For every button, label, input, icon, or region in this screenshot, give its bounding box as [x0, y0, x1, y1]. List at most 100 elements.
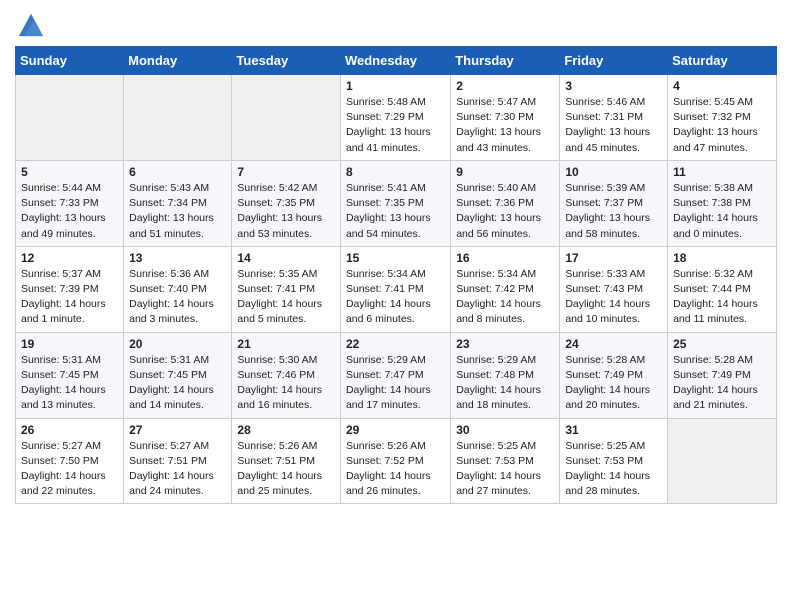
calendar-cell: 12 Sunrise: 5:37 AM Sunset: 7:39 PM Dayli… [16, 246, 124, 332]
day-number: 12 [21, 251, 118, 265]
day-number: 19 [21, 337, 118, 351]
day-info: Sunrise: 5:43 AM Sunset: 7:34 PM Dayligh… [129, 181, 226, 242]
calendar-cell: 14 Sunrise: 5:35 AM Sunset: 7:41 PM Dayli… [232, 246, 341, 332]
day-number: 27 [129, 423, 226, 437]
day-info: Sunrise: 5:47 AM Sunset: 7:30 PM Dayligh… [456, 95, 554, 156]
calendar-header-tuesday: Tuesday [232, 47, 341, 75]
calendar-cell: 28Sunrise: 5:26 AM Sunset: 7:51 PM Dayli… [232, 418, 341, 504]
calendar-cell: 6 Sunrise: 5:43 AM Sunset: 7:34 PM Daylig… [124, 160, 232, 246]
calendar-week-row: 19 Sunrise: 5:31 AM Sunset: 7:45 PM Dayli… [16, 332, 777, 418]
calendar-table: SundayMondayTuesdayWednesdayThursdayFrid… [15, 46, 777, 504]
calendar-cell [16, 75, 124, 161]
day-info: Sunrise: 5:41 AM Sunset: 7:35 PM Dayligh… [346, 181, 445, 242]
calendar-cell: 5Sunrise: 5:44 AM Sunset: 7:33 PM Daylig… [16, 160, 124, 246]
day-number: 10 [565, 165, 662, 179]
calendar-cell: 29 Sunrise: 5:26 AM Sunset: 7:52 PM Dayli… [340, 418, 450, 504]
day-number: 26 [21, 423, 118, 437]
calendar-cell: 7 Sunrise: 5:42 AM Sunset: 7:35 PM Daylig… [232, 160, 341, 246]
calendar-week-row: 1 Sunrise: 5:48 AM Sunset: 7:29 PM Daylig… [16, 75, 777, 161]
day-number: 1 [346, 79, 445, 93]
calendar-header-sunday: Sunday [16, 47, 124, 75]
calendar-cell: 9Sunrise: 5:40 AM Sunset: 7:36 PM Daylig… [451, 160, 560, 246]
calendar-cell: 20 Sunrise: 5:31 AM Sunset: 7:45 PM Dayli… [124, 332, 232, 418]
day-info: Sunrise: 5:26 AM Sunset: 7:52 PM Dayligh… [346, 439, 445, 500]
calendar-cell: 31 Sunrise: 5:25 AM Sunset: 7:53 PM Dayli… [560, 418, 668, 504]
day-number: 5 [21, 165, 118, 179]
day-info: Sunrise: 5:25 AM Sunset: 7:53 PM Dayligh… [456, 439, 554, 500]
day-info: Sunrise: 5:31 AM Sunset: 7:45 PM Dayligh… [129, 353, 226, 414]
calendar-cell: 4 Sunrise: 5:45 AM Sunset: 7:32 PM Daylig… [668, 75, 777, 161]
day-number: 13 [129, 251, 226, 265]
calendar-cell [668, 418, 777, 504]
calendar-header-monday: Monday [124, 47, 232, 75]
day-number: 15 [346, 251, 445, 265]
calendar-cell: 21Sunrise: 5:30 AM Sunset: 7:46 PM Dayli… [232, 332, 341, 418]
day-number: 2 [456, 79, 554, 93]
calendar-cell: 26Sunrise: 5:27 AM Sunset: 7:50 PM Dayli… [16, 418, 124, 504]
logo-icon [17, 10, 45, 38]
day-number: 18 [673, 251, 771, 265]
day-info: Sunrise: 5:46 AM Sunset: 7:31 PM Dayligh… [565, 95, 662, 156]
day-info: Sunrise: 5:45 AM Sunset: 7:32 PM Dayligh… [673, 95, 771, 156]
day-number: 17 [565, 251, 662, 265]
day-info: Sunrise: 5:29 AM Sunset: 7:48 PM Dayligh… [456, 353, 554, 414]
day-number: 20 [129, 337, 226, 351]
day-number: 7 [237, 165, 335, 179]
day-number: 21 [237, 337, 335, 351]
calendar-cell: 15 Sunrise: 5:34 AM Sunset: 7:41 PM Dayli… [340, 246, 450, 332]
calendar-header-saturday: Saturday [668, 47, 777, 75]
calendar-cell: 17 Sunrise: 5:33 AM Sunset: 7:43 PM Dayli… [560, 246, 668, 332]
day-number: 22 [346, 337, 445, 351]
calendar-cell: 11 Sunrise: 5:38 AM Sunset: 7:38 PM Dayli… [668, 160, 777, 246]
calendar-cell: 19Sunrise: 5:31 AM Sunset: 7:45 PM Dayli… [16, 332, 124, 418]
day-info: Sunrise: 5:32 AM Sunset: 7:44 PM Dayligh… [673, 267, 771, 328]
calendar-cell: 30 Sunrise: 5:25 AM Sunset: 7:53 PM Dayli… [451, 418, 560, 504]
day-info: Sunrise: 5:28 AM Sunset: 7:49 PM Dayligh… [565, 353, 662, 414]
day-info: Sunrise: 5:33 AM Sunset: 7:43 PM Dayligh… [565, 267, 662, 328]
calendar-cell: 16 Sunrise: 5:34 AM Sunset: 7:42 PM Dayli… [451, 246, 560, 332]
day-info: Sunrise: 5:37 AM Sunset: 7:39 PM Dayligh… [21, 267, 118, 328]
day-info: Sunrise: 5:48 AM Sunset: 7:29 PM Dayligh… [346, 95, 445, 156]
calendar-header-wednesday: Wednesday [340, 47, 450, 75]
calendar-cell: 22 Sunrise: 5:29 AM Sunset: 7:47 PM Dayli… [340, 332, 450, 418]
day-number: 3 [565, 79, 662, 93]
day-info: Sunrise: 5:29 AM Sunset: 7:47 PM Dayligh… [346, 353, 445, 414]
calendar-cell: 10Sunrise: 5:39 AM Sunset: 7:37 PM Dayli… [560, 160, 668, 246]
day-number: 4 [673, 79, 771, 93]
day-info: Sunrise: 5:38 AM Sunset: 7:38 PM Dayligh… [673, 181, 771, 242]
day-number: 31 [565, 423, 662, 437]
calendar-week-row: 26Sunrise: 5:27 AM Sunset: 7:50 PM Dayli… [16, 418, 777, 504]
day-number: 8 [346, 165, 445, 179]
calendar-cell: 2 Sunrise: 5:47 AM Sunset: 7:30 PM Daylig… [451, 75, 560, 161]
day-number: 29 [346, 423, 445, 437]
logo [15, 10, 45, 38]
day-info: Sunrise: 5:42 AM Sunset: 7:35 PM Dayligh… [237, 181, 335, 242]
day-number: 24 [565, 337, 662, 351]
calendar-cell: 8 Sunrise: 5:41 AM Sunset: 7:35 PM Daylig… [340, 160, 450, 246]
day-info: Sunrise: 5:27 AM Sunset: 7:51 PM Dayligh… [129, 439, 226, 500]
day-info: Sunrise: 5:26 AM Sunset: 7:51 PM Dayligh… [237, 439, 335, 500]
page: SundayMondayTuesdayWednesdayThursdayFrid… [0, 0, 792, 519]
day-number: 16 [456, 251, 554, 265]
day-number: 30 [456, 423, 554, 437]
calendar-cell [124, 75, 232, 161]
calendar-cell: 27 Sunrise: 5:27 AM Sunset: 7:51 PM Dayli… [124, 418, 232, 504]
calendar-cell: 23 Sunrise: 5:29 AM Sunset: 7:48 PM Dayli… [451, 332, 560, 418]
day-number: 11 [673, 165, 771, 179]
day-number: 9 [456, 165, 554, 179]
day-number: 25 [673, 337, 771, 351]
day-number: 6 [129, 165, 226, 179]
day-number: 23 [456, 337, 554, 351]
calendar-cell: 13Sunrise: 5:36 AM Sunset: 7:40 PM Dayli… [124, 246, 232, 332]
header [15, 10, 777, 38]
day-info: Sunrise: 5:35 AM Sunset: 7:41 PM Dayligh… [237, 267, 335, 328]
day-info: Sunrise: 5:28 AM Sunset: 7:49 PM Dayligh… [673, 353, 771, 414]
calendar-week-row: 12 Sunrise: 5:37 AM Sunset: 7:39 PM Dayli… [16, 246, 777, 332]
calendar-week-row: 5Sunrise: 5:44 AM Sunset: 7:33 PM Daylig… [16, 160, 777, 246]
day-info: Sunrise: 5:34 AM Sunset: 7:42 PM Dayligh… [456, 267, 554, 328]
calendar-header-row: SundayMondayTuesdayWednesdayThursdayFrid… [16, 47, 777, 75]
calendar-cell: 24 Sunrise: 5:28 AM Sunset: 7:49 PM Dayli… [560, 332, 668, 418]
day-number: 14 [237, 251, 335, 265]
day-info: Sunrise: 5:34 AM Sunset: 7:41 PM Dayligh… [346, 267, 445, 328]
day-info: Sunrise: 5:25 AM Sunset: 7:53 PM Dayligh… [565, 439, 662, 500]
